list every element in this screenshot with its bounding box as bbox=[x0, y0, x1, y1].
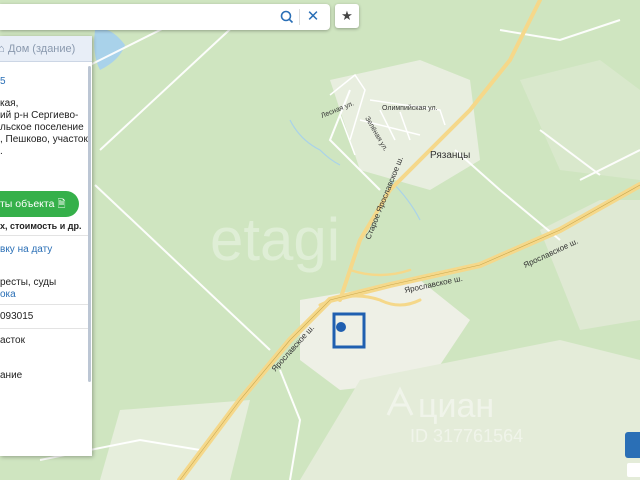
address-line: льское поселение bbox=[0, 122, 84, 133]
panel-header: ⌂ Дом (здание) bbox=[0, 36, 92, 62]
report-description: х, стоимость и др. bbox=[0, 221, 82, 231]
divider bbox=[0, 304, 88, 305]
svg-text:циан: циан bbox=[418, 387, 494, 425]
search-divider bbox=[299, 9, 300, 25]
related-item-plot[interactable]: асток bbox=[0, 335, 25, 347]
close-icon[interactable]: ✕ bbox=[305, 9, 321, 25]
address-line: , Пешково, участок bbox=[0, 134, 88, 145]
arrests-check-link[interactable]: ока bbox=[0, 289, 16, 301]
map-action-button[interactable] bbox=[625, 432, 640, 458]
date-report-link[interactable]: вку на дату bbox=[0, 244, 52, 256]
settlement-label-ryazantsy: Рязанцы bbox=[430, 150, 470, 161]
divider bbox=[0, 235, 88, 236]
map-canvas[interactable]: Лесная ул. Олимпийская ул. Зелёная ул. Р… bbox=[0, 0, 640, 480]
svg-text:ID 317761564: ID 317761564 bbox=[410, 426, 523, 446]
map-control[interactable] bbox=[627, 463, 640, 477]
document-icon: 🗎 bbox=[57, 199, 66, 210]
search-bar[interactable]: ✕ bbox=[0, 4, 330, 30]
address-line: . bbox=[0, 146, 3, 157]
related-item-building[interactable]: ание bbox=[0, 370, 22, 382]
search-icon[interactable] bbox=[279, 9, 295, 25]
object-number: 093015 bbox=[0, 311, 34, 322]
arrests-label: ресты, суды bbox=[0, 277, 57, 288]
object-report-label: ты объекта bbox=[0, 198, 55, 210]
watermark-etag: etagi bbox=[210, 206, 340, 273]
object-report-button[interactable]: ты объекта 🗎 bbox=[0, 191, 79, 217]
home-icon: ⌂ bbox=[0, 43, 5, 55]
panel-header-title: Дом (здание) bbox=[8, 43, 76, 55]
address-line: кая, bbox=[0, 98, 19, 109]
divider bbox=[0, 328, 88, 329]
cadastral-number-link[interactable]: 5 bbox=[0, 76, 6, 88]
address-line: ий р-н Сергиево- bbox=[0, 110, 79, 121]
star-icon[interactable]: ★ bbox=[335, 4, 359, 28]
property-marker[interactable] bbox=[336, 322, 346, 332]
object-info-panel: ⌂ Дом (здание) 5 кая, ий р-н Сергиево- л… bbox=[0, 36, 92, 456]
panel-scrollbar[interactable] bbox=[88, 66, 91, 382]
street-label-olimpiyskaya: Олимпийская ул. bbox=[382, 104, 438, 112]
